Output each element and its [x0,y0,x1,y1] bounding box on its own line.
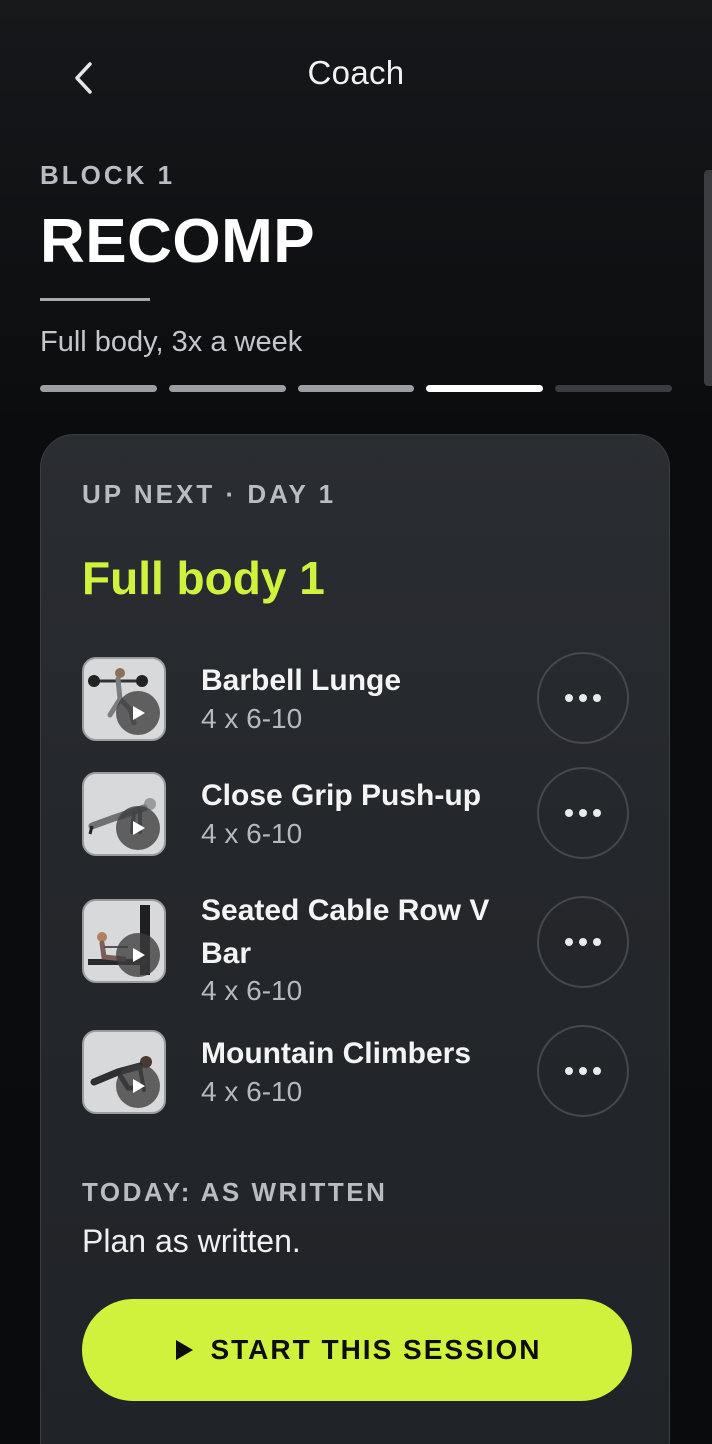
page-title: Coach [307,54,405,91]
dot [565,1067,573,1075]
today-text: Plan as written. [82,1223,301,1259]
dot [593,1067,601,1075]
dot [579,694,587,702]
exercise-sets: 4 x 6-10 [201,818,303,849]
play-icon [116,933,160,977]
dot [565,809,573,817]
progress-segment [40,385,157,392]
scrollbar[interactable] [704,170,712,386]
dot [565,938,573,946]
progress-segment [168,385,286,392]
header: Coach [0,40,712,112]
more-options-button[interactable] [537,652,629,744]
progress-segment [426,385,544,392]
dot [579,938,587,946]
coach-screen: Coach BLOCK 1 RECOMP Full body, 3x a wee… [0,0,712,1444]
play-icon [116,691,160,735]
more-options-button[interactable] [537,896,629,988]
dot [593,809,601,817]
block-progress [40,385,672,393]
play-icon [116,806,160,850]
exercise-thumbnail[interactable] [82,772,166,856]
up-next-label: UP NEXT · DAY 1 [82,479,337,509]
exercise-item[interactable]: Barbell Lunge 4 x 6-10 [82,652,634,751]
block-title: RECOMP [40,207,316,276]
exercise-name: Barbell Lunge [201,664,402,697]
exercise-name: Seated Cable Row V Bar [201,894,490,970]
progress-segment [297,385,415,392]
dot [593,938,601,946]
play-icon [176,1340,194,1360]
exercise-thumbnail[interactable] [82,899,166,983]
dot [579,1067,587,1075]
more-options-button[interactable] [537,767,629,859]
today-label: TODAY: AS WRITTEN [82,1177,388,1207]
exercise-item[interactable]: Seated Cable Row V Bar 4 x 6-10 [82,885,634,1006]
dot [565,694,573,702]
exercise-name: Close Grip Push-up [201,779,482,812]
session-card: UP NEXT · DAY 1 Full body 1 Barbell Lung… [40,434,670,1444]
exercise-sets: 4 x 6-10 [201,975,303,1006]
exercise-item[interactable]: Close Grip Push-up 4 x 6-10 [82,767,634,866]
exercise-thumbnail[interactable] [82,657,166,741]
exercise-sets: 4 x 6-10 [201,1076,303,1107]
progress-segment [555,385,672,392]
dot [579,809,587,817]
title-underline [40,298,150,301]
exercise-sets: 4 x 6-10 [201,703,303,734]
day-title: Full body 1 [82,552,325,604]
block-subtitle: Full body, 3x a week [40,326,303,358]
play-icon [116,1064,160,1108]
exercise-item[interactable]: Mountain Climbers 4 x 6-10 [82,1025,634,1124]
start-session-label: START THIS SESSION [210,1334,542,1365]
more-options-button[interactable] [537,1025,629,1117]
start-session-button[interactable]: START THIS SESSION [82,1299,632,1401]
exercise-thumbnail[interactable] [82,1030,166,1114]
exercise-name: Mountain Climbers [201,1037,472,1070]
block-label: BLOCK 1 [40,160,176,190]
dot [593,694,601,702]
